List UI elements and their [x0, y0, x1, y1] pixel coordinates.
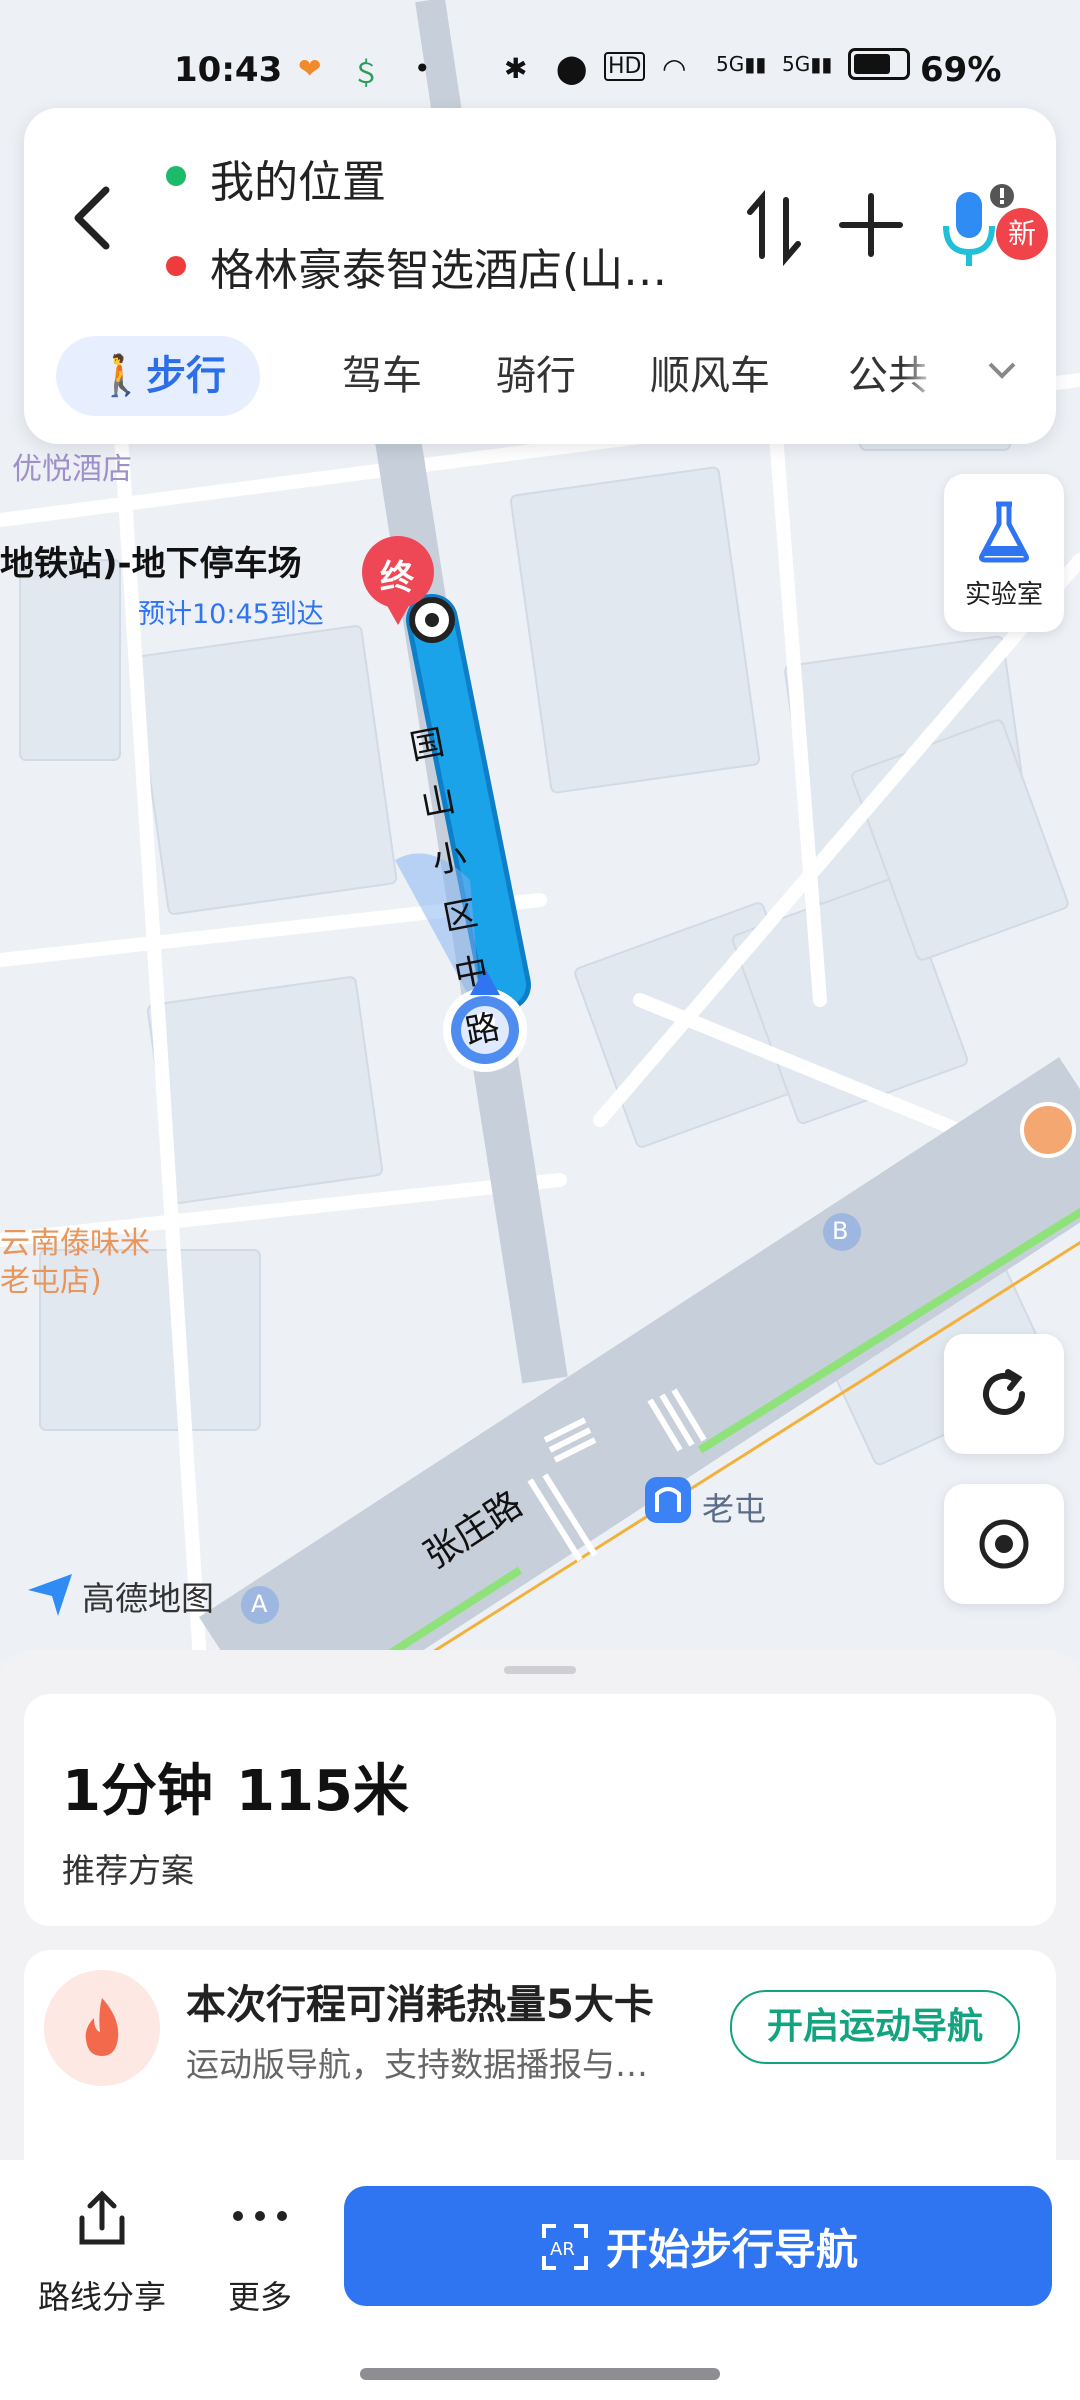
tab-carpool[interactable]: 顺风车 — [650, 336, 770, 416]
flask-icon — [979, 501, 1029, 563]
poi-parking[interactable]: 地铁站)-地下停车场 — [0, 536, 302, 585]
start-walk-navigation-label: 开始步行导航 — [606, 2225, 859, 2274]
walk-icon: 🚶 — [96, 353, 146, 399]
more-label: 更多 — [227, 2278, 292, 2316]
status-bar: 10:43 ❤ ＄ • ✱ ⬤ HD ◠ 5G▮▮ 5G▮▮ 69% — [0, 40, 1080, 100]
bluetooth-icon: ✱ — [504, 52, 528, 85]
calorie-card: 本次行程可消耗热量5大卡 运动版导航，支持数据播报与… 开启运动导航 — [24, 1950, 1056, 2170]
metro-station-label[interactable]: 老屯 — [702, 1484, 766, 1530]
swap-icon[interactable] — [742, 188, 808, 268]
locate-button[interactable] — [944, 1484, 1064, 1604]
status-time: 10:43 — [174, 50, 283, 90]
more-button[interactable]: 更多 — [200, 2188, 320, 2318]
gesture-bar[interactable] — [360, 2368, 720, 2380]
origin-field[interactable]: 我的位置 — [210, 146, 386, 210]
route-card: 我的位置 格林豪泰智选酒店(山… 🚶 步行 驾车 骑行 顺风车 公共 新 — [24, 108, 1056, 444]
eta-label: 预计10:45到达 — [138, 599, 324, 630]
lab-label: 实验室 — [964, 580, 1043, 610]
add-waypoint-icon[interactable] — [836, 190, 906, 260]
locate-icon — [979, 1519, 1029, 1569]
signal-icon-2: 5G▮▮ — [782, 52, 833, 76]
map-logo: 高德地图 — [82, 1579, 214, 1618]
app-notification-icon: ❤ — [298, 52, 322, 85]
poi-hotel[interactable]: 优悦酒店 — [12, 444, 132, 488]
app-notification-icon-2: ＄ — [352, 57, 381, 90]
recommend-label: 推荐方案 — [62, 1851, 194, 1890]
tab-transit[interactable]: 公共 — [848, 336, 938, 416]
end-marker-label: 终 — [380, 558, 414, 598]
bus-stop-b[interactable]: B — [832, 1217, 848, 1245]
origin-dot-icon — [166, 166, 186, 186]
poi-restaurant-2[interactable]: 老屯店) — [0, 1256, 102, 1300]
tab-walk[interactable]: 🚶 步行 — [56, 336, 260, 416]
travel-mode-tabs: 🚶 步行 驾车 骑行 顺风车 公共 — [24, 326, 1056, 416]
tab-drive[interactable]: 驾车 — [342, 336, 422, 416]
calorie-subtitle: 运动版导航，支持数据播报与… — [186, 2045, 648, 2084]
tab-ride[interactable]: 骑行 — [496, 336, 576, 416]
route-summary-card[interactable]: 1分钟 115米 推荐方案 — [24, 1694, 1056, 1926]
share-icon — [79, 2190, 125, 2245]
sheet-handle[interactable] — [504, 1666, 576, 1674]
chevron-down-icon[interactable] — [982, 356, 1022, 386]
bus-stop-a[interactable]: A — [251, 1590, 267, 1618]
back-icon[interactable] — [64, 178, 124, 258]
fire-icon — [44, 1970, 160, 2086]
start-walk-navigation-button[interactable]: AR 开始步行导航 — [344, 2186, 1052, 2306]
route-distance: 115米 — [236, 1759, 409, 1824]
wifi-icon: ◠ — [662, 52, 687, 85]
share-route-button[interactable]: 路线分享 — [24, 2188, 180, 2318]
route-time: 1分钟 — [62, 1759, 213, 1824]
location-icon: ⬤ — [556, 52, 588, 85]
ar-icon: AR — [542, 2224, 588, 2270]
battery-icon — [848, 48, 910, 80]
hd-icon: HD — [604, 52, 646, 81]
refresh-icon — [983, 1369, 1025, 1415]
bottom-action-bar: 路线分享 更多 AR 开始步行导航 — [0, 2160, 1080, 2400]
signal-icon-1: 5G▮▮ — [716, 52, 767, 76]
sport-nav-button[interactable]: 开启运动导航 — [730, 1990, 1020, 2064]
destination-dot-icon — [166, 256, 186, 276]
refresh-button[interactable] — [944, 1334, 1064, 1454]
svg-text:AR: AR — [550, 2239, 575, 2260]
tab-walk-label: 步行 — [146, 353, 226, 399]
lab-button[interactable]: 实验室 — [944, 474, 1064, 632]
more-icon — [233, 2211, 287, 2221]
calorie-title: 本次行程可消耗热量5大卡 — [186, 1982, 654, 2028]
destination-field[interactable]: 格林豪泰智选酒店(山… — [210, 234, 667, 298]
sport-nav-label: 开启运动导航 — [766, 2006, 983, 2047]
new-badge: 新 — [996, 208, 1048, 260]
more-notifications-icon: • — [414, 52, 431, 85]
share-label: 路线分享 — [37, 2278, 166, 2316]
battery-percent: 69% — [920, 50, 1002, 90]
